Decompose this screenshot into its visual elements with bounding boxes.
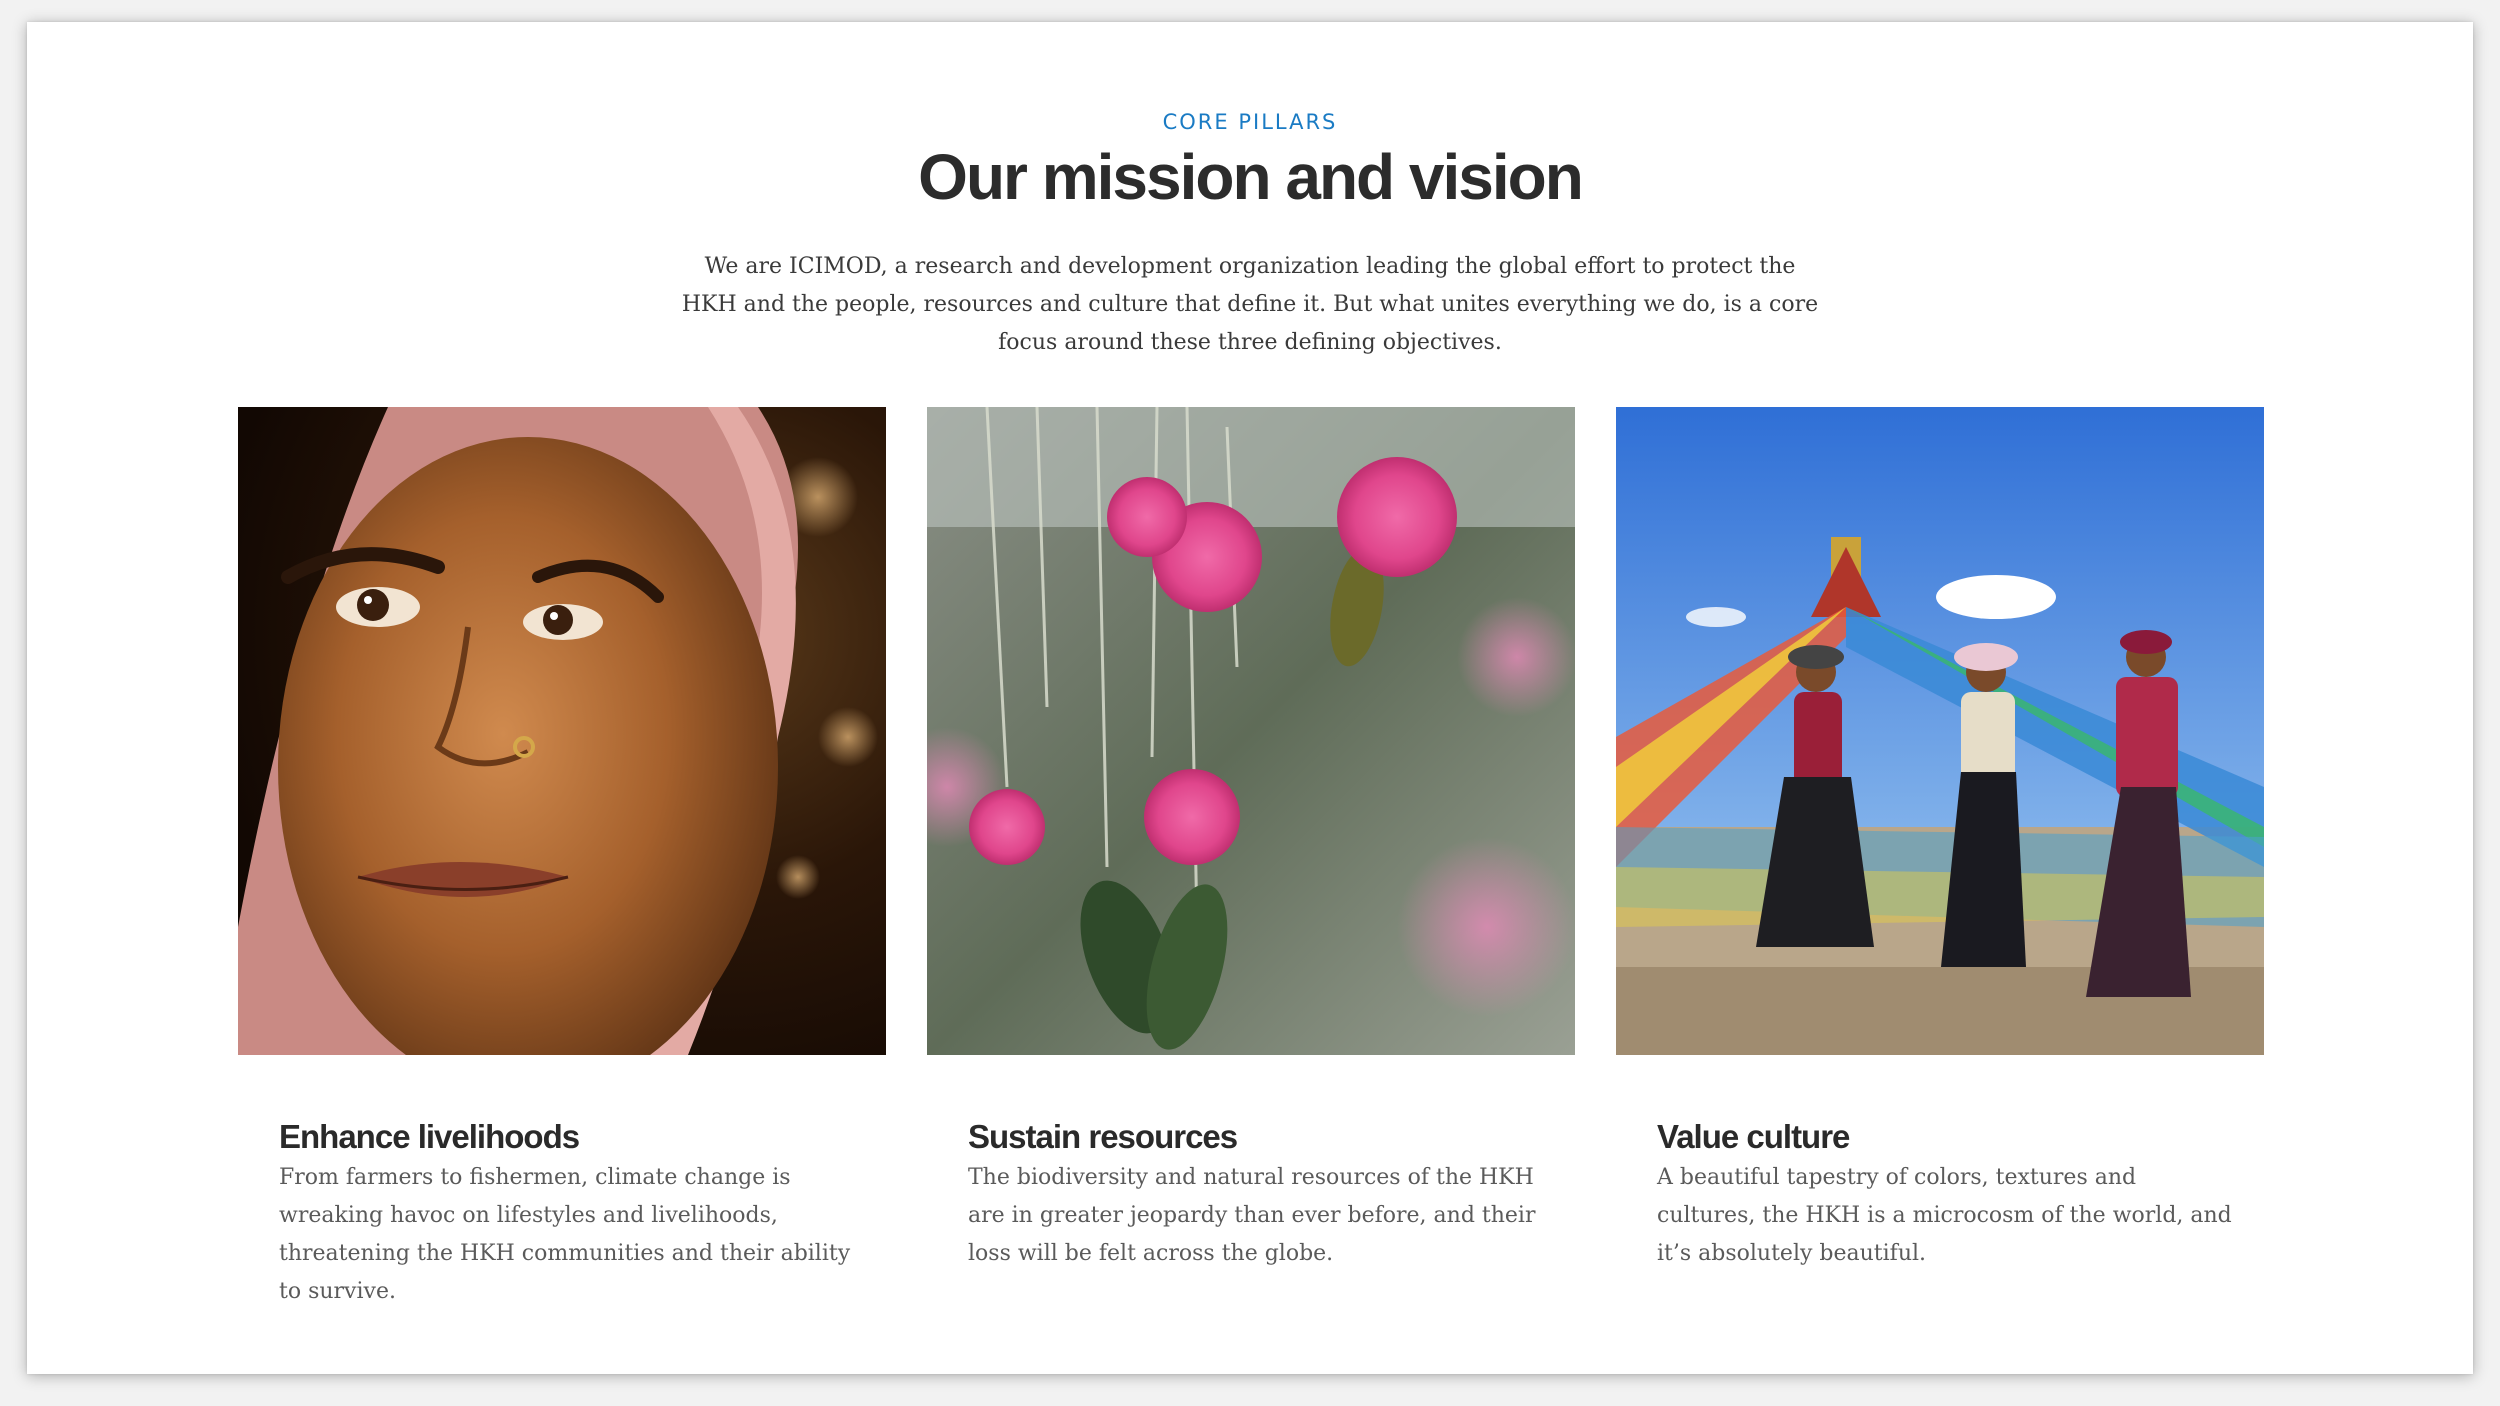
prayer-flags-pilgrims-photo[interactable] [1616, 407, 2264, 1055]
section-intro: We are ICIMOD, a research and developmen… [681, 254, 1819, 355]
woman-portrait-photo[interactable] [238, 407, 886, 1055]
rhododendron-flowers-photo[interactable] [927, 407, 1575, 1055]
pillar-card-resources[interactable]: Sustain resources The biodiversity and n… [927, 407, 1575, 1266]
pillar-description: A beautiful tapestry of colors, textures… [1657, 1165, 2232, 1266]
pillars-section: CORE PILLARS Our mission and vision We a… [27, 22, 2473, 1374]
pillar-title[interactable]: Sustain resources [968, 1118, 1238, 1156]
pillar-description: From farmers to fishermen, climate chang… [279, 1165, 851, 1304]
pillar-title[interactable]: Enhance livelihoods [279, 1118, 580, 1156]
pillar-description: The biodiversity and natural resources o… [968, 1165, 1536, 1266]
pillar-title[interactable]: Value culture [1657, 1118, 1850, 1156]
section-title: Our mission and vision [918, 141, 1584, 213]
pillar-card-livelihoods[interactable]: Enhance livelihoods From farmers to fish… [238, 407, 886, 1304]
section-eyebrow: CORE PILLARS [1162, 110, 1338, 134]
pillar-card-culture[interactable]: Value culture A beautiful tapestry of co… [1616, 407, 2264, 1266]
